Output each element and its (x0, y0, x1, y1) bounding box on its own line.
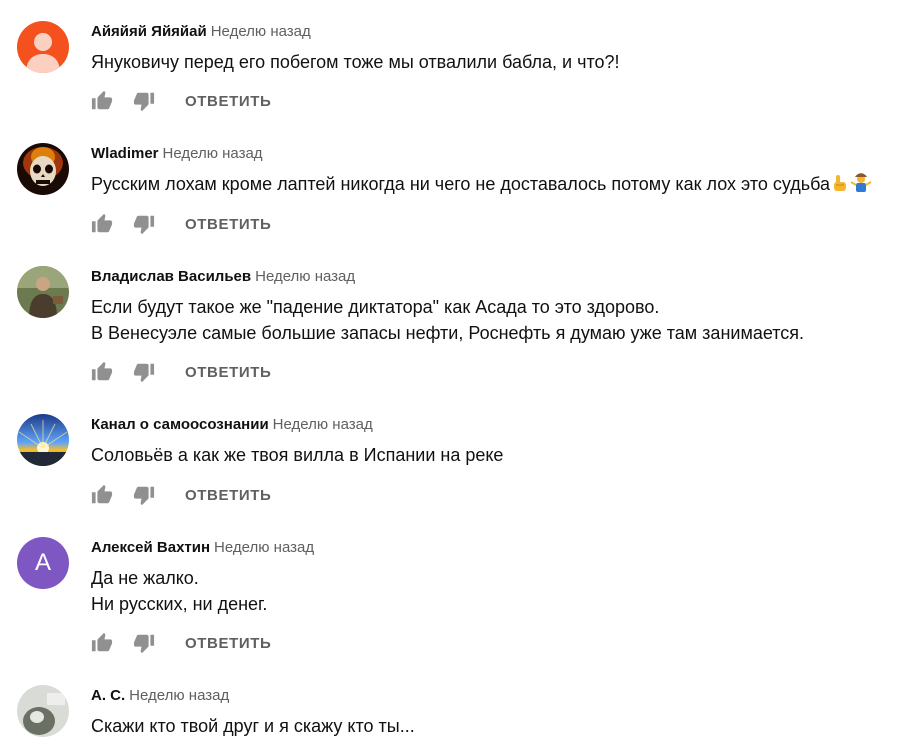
timestamp[interactable]: Неделю назад (163, 145, 263, 162)
sunset-avatar-icon (17, 414, 69, 466)
thumbs-down-icon[interactable] (133, 213, 155, 235)
comment-text: Януковичу перед его побегом тоже мы отва… (91, 52, 620, 72)
pointing-finger-icon (834, 175, 847, 191)
author-name[interactable]: Канал о самоосознании (91, 416, 269, 433)
comment-text-content: Русским лохам кроме лаптей никогда ни че… (91, 174, 831, 194)
timestamp[interactable]: Неделю назад (273, 416, 373, 433)
author-name[interactable]: Wladimer (91, 145, 159, 162)
avatar[interactable] (17, 143, 69, 195)
thumbs-up-icon[interactable] (91, 361, 113, 383)
thumbs-down-icon[interactable] (133, 632, 155, 654)
comment-text: Скажи кто твой друг и я скажу кто ты... (91, 716, 415, 736)
avatar[interactable] (17, 685, 69, 737)
reply-button[interactable]: ОТВЕТИТЬ (185, 93, 271, 110)
comment-text: Русским лохам кроме лаптей никогда ни че… (91, 171, 872, 197)
flaming-skull-avatar-icon (17, 143, 69, 195)
comment-text: Если будут такое же "падение диктатора" … (91, 297, 660, 317)
comment-text: Ни русских, ни денег. (91, 594, 268, 614)
thumbs-up-icon[interactable] (91, 484, 113, 506)
comment-actions: ОТВЕТИТЬ (91, 212, 271, 236)
thumbs-up-icon[interactable] (91, 632, 113, 654)
comment-text: Соловьёв а как же твоя вилла в Испании н… (91, 445, 504, 465)
reply-button[interactable]: ОТВЕТИТЬ (185, 487, 271, 504)
timestamp[interactable]: Неделю назад (255, 268, 355, 285)
comment-actions: ОТВЕТИТЬ (91, 483, 271, 507)
comment-actions: ОТВЕТИТЬ (91, 89, 271, 113)
comment-header: Владислав Васильев Неделю назад (91, 268, 355, 286)
comment-text: В Венесуэле самые большие запасы нефти, … (91, 323, 805, 343)
thumbs-up-icon[interactable] (91, 213, 113, 235)
shrugging-person-icon (850, 173, 872, 192)
comment-header: Айяйяй Яйяйай Неделю назад (91, 23, 311, 41)
thumbs-down-icon[interactable] (133, 484, 155, 506)
comment-actions: ОТВЕТИТЬ (91, 631, 271, 655)
timestamp[interactable]: Неделю назад (214, 539, 314, 556)
author-name[interactable]: Владислав Васильев (91, 268, 251, 285)
default-person-avatar-icon (17, 21, 69, 73)
reply-button[interactable]: ОТВЕТИТЬ (185, 364, 271, 381)
timestamp[interactable]: Неделю назад (129, 687, 229, 704)
thumbs-up-icon[interactable] (91, 90, 113, 112)
thumbs-down-icon[interactable] (133, 361, 155, 383)
person-photo-avatar-icon (17, 266, 69, 318)
comment-header: Алексей Вахтин Неделю назад (91, 539, 314, 557)
comment-text: Да не жалко. (91, 568, 199, 588)
comment-header: Канал о самоосознании Неделю назад (91, 416, 373, 434)
comment-actions: ОТВЕТИТЬ (91, 360, 271, 384)
comment-header: А. С. Неделю назад (91, 687, 229, 705)
avatar-letter: А (34, 549, 51, 576)
thumbs-down-icon[interactable] (133, 90, 155, 112)
reply-button[interactable]: ОТВЕТИТЬ (185, 216, 271, 233)
avatar[interactable]: А (17, 537, 69, 589)
reply-button[interactable]: ОТВЕТИТЬ (185, 635, 271, 652)
avatar[interactable] (17, 414, 69, 466)
timestamp[interactable]: Неделю назад (211, 23, 311, 40)
author-name[interactable]: А. С. (91, 687, 125, 704)
cat-photo-avatar-icon (17, 685, 69, 737)
avatar[interactable] (17, 21, 69, 73)
author-name[interactable]: Алексей Вахтин (91, 539, 210, 556)
comment-header: Wladimer Неделю назад (91, 145, 263, 163)
avatar[interactable] (17, 266, 69, 318)
author-name[interactable]: Айяйяй Яйяйай (91, 23, 207, 40)
